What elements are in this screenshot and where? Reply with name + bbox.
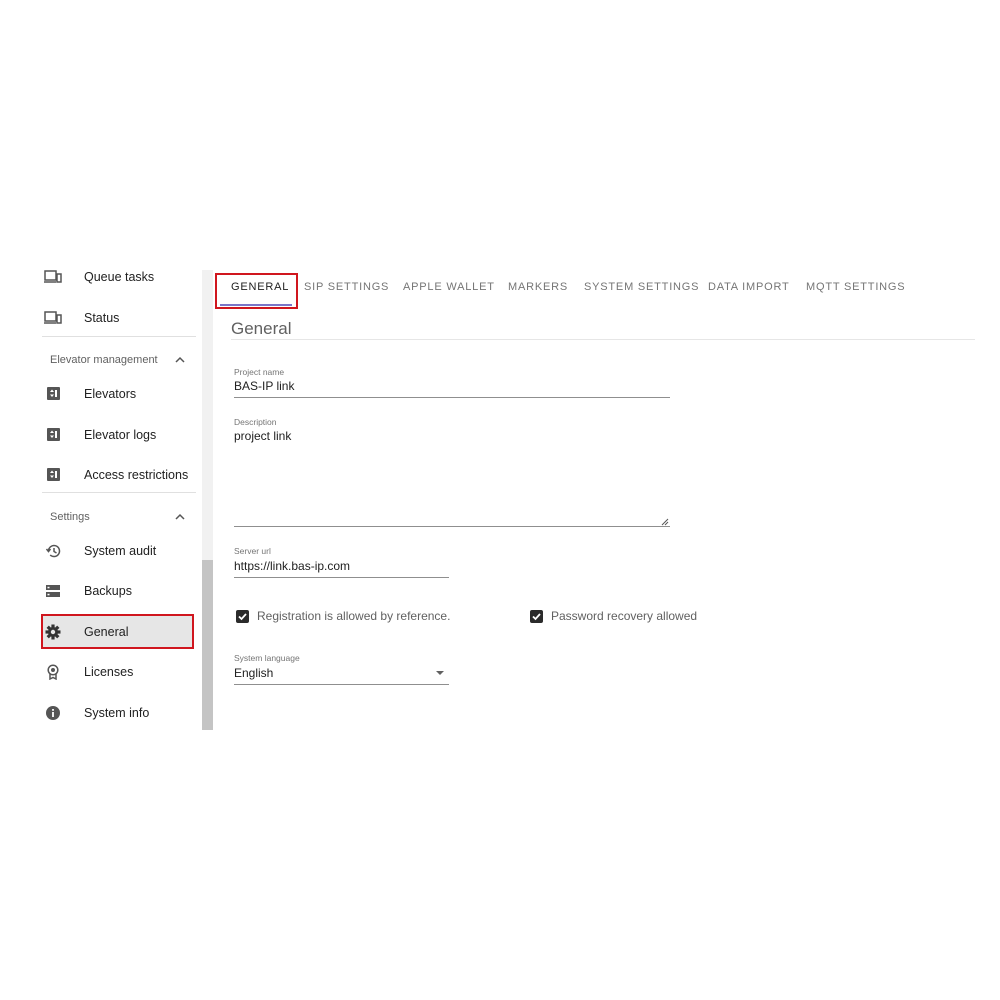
server-url-label: Server url bbox=[234, 546, 271, 556]
sidebar-item-general[interactable]: General bbox=[42, 615, 194, 649]
sidebar-divider bbox=[42, 336, 196, 337]
sidebar-item-label: General bbox=[84, 625, 129, 639]
tab-markers[interactable]: MARKERS bbox=[508, 281, 568, 293]
section-header-elevator-management[interactable]: Elevator management bbox=[42, 346, 194, 374]
checkmark-icon bbox=[238, 613, 247, 621]
devices-icon bbox=[44, 270, 62, 283]
elevator-icon bbox=[47, 387, 60, 400]
tab-sip-settings[interactable]: SIP SETTINGS bbox=[304, 281, 389, 293]
sidebar-item-label: System audit bbox=[84, 544, 157, 558]
sidebar-item-status[interactable]: Status bbox=[42, 301, 194, 335]
sidebar-item-elevator-logs[interactable]: Elevator logs bbox=[42, 418, 194, 452]
dropdown-arrow-icon[interactable] bbox=[436, 671, 444, 675]
sidebar-item-label: Queue tasks bbox=[84, 270, 155, 284]
tab-apple-wallet[interactable]: APPLE WALLET bbox=[403, 281, 495, 293]
system-language-underline bbox=[234, 684, 449, 685]
sidebar-item-label: Elevators bbox=[84, 387, 137, 401]
sidebar-scrollbar-thumb[interactable] bbox=[202, 560, 213, 730]
project-name-input[interactable]: BAS-IP link bbox=[234, 379, 294, 393]
server-url-underline bbox=[234, 577, 449, 578]
sidebar-item-queue-tasks[interactable]: Queue tasks bbox=[42, 260, 194, 294]
page-title: General bbox=[231, 319, 292, 338]
chevron-up-icon bbox=[175, 356, 185, 363]
description-label: Description bbox=[234, 417, 277, 427]
title-divider bbox=[231, 339, 975, 340]
sidebar: Queue tasks Status Elevator management E… bbox=[0, 260, 214, 730]
sidebar-item-label: Elevator logs bbox=[84, 428, 157, 442]
checkmark-icon bbox=[532, 613, 541, 621]
sidebar-item-label: Access restrictions bbox=[84, 468, 189, 482]
tab-mqtt-settings[interactable]: MQTT SETTINGS bbox=[806, 281, 905, 293]
sidebar-item-system-audit[interactable]: System audit bbox=[42, 534, 194, 568]
tab-general[interactable]: GENERAL bbox=[231, 281, 289, 293]
active-tab-indicator bbox=[220, 304, 292, 306]
award-icon bbox=[47, 664, 59, 680]
registration-checkbox[interactable] bbox=[236, 610, 249, 623]
project-name-label: Project name bbox=[234, 367, 285, 377]
sidebar-item-backups[interactable]: Backups bbox=[42, 574, 194, 608]
sidebar-item-elevators[interactable]: Elevators bbox=[42, 377, 194, 411]
storage-icon bbox=[46, 585, 60, 597]
server-url-input[interactable]: https://link.bas-ip.com bbox=[234, 559, 350, 573]
password-recovery-checkbox-label: Password recovery allowed bbox=[551, 609, 698, 623]
registration-checkbox-label: Registration is allowed by reference. bbox=[257, 609, 451, 623]
tab-bar: GENERAL SIP SETTINGS APPLE WALLET MARKER… bbox=[215, 268, 975, 310]
sidebar-item-label: Status bbox=[84, 311, 120, 325]
system-language-label: System language bbox=[234, 653, 300, 663]
sidebar-item-system-info[interactable]: System info bbox=[42, 696, 194, 730]
sidebar-divider bbox=[42, 492, 196, 493]
elevator-icon bbox=[47, 428, 60, 441]
resize-handle-icon[interactable] bbox=[661, 518, 669, 526]
sidebar-item-access-restrictions[interactable]: Access restrictions bbox=[42, 458, 194, 492]
history-icon bbox=[45, 544, 61, 558]
elevator-icon bbox=[47, 468, 60, 481]
gear-icon bbox=[45, 624, 61, 640]
tab-data-import[interactable]: DATA IMPORT bbox=[708, 281, 790, 293]
description-textarea[interactable]: project link bbox=[234, 429, 291, 443]
devices-icon bbox=[44, 311, 62, 324]
sidebar-item-label: Backups bbox=[84, 584, 132, 598]
chevron-up-icon bbox=[175, 513, 185, 520]
description-underline bbox=[234, 526, 670, 527]
password-recovery-checkbox[interactable] bbox=[530, 610, 543, 623]
system-language-select[interactable]: English bbox=[234, 666, 273, 680]
main-content: GENERAL SIP SETTINGS APPLE WALLET MARKER… bbox=[215, 268, 975, 728]
section-header-settings[interactable]: Settings bbox=[42, 503, 194, 531]
project-name-underline bbox=[234, 397, 670, 398]
sidebar-item-label: System info bbox=[84, 706, 150, 720]
sidebar-item-label: Licenses bbox=[84, 665, 134, 679]
info-icon bbox=[46, 706, 60, 720]
section-title: Settings bbox=[50, 511, 90, 523]
tab-system-settings[interactable]: SYSTEM SETTINGS bbox=[584, 281, 699, 293]
sidebar-item-licenses[interactable]: Licenses bbox=[42, 655, 194, 689]
section-title: Elevator management bbox=[50, 354, 158, 366]
